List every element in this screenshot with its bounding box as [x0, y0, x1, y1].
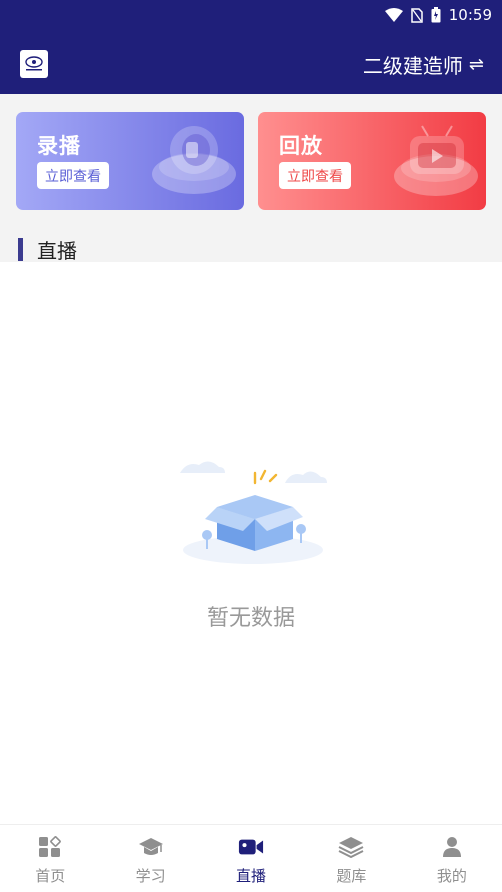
recorded-card[interactable]: 录播 立即查看: [16, 112, 244, 210]
top-area: 录播 立即查看 回放 立即查看 直播: [0, 94, 502, 264]
nav-item-home[interactable]: 首页: [0, 825, 100, 892]
nav-item-question-bank[interactable]: 题库: [301, 825, 401, 892]
nav-item-live[interactable]: 直播: [201, 825, 301, 892]
nav-label-mine: 我的: [436, 867, 467, 885]
exam-switcher[interactable]: 二级建造师 ⇌: [363, 50, 484, 79]
nav-label-home: 首页: [35, 867, 66, 885]
nav-label-live: 直播: [236, 867, 267, 885]
video-camera-icon: [238, 835, 264, 859]
replay-view-button[interactable]: 立即查看: [279, 162, 351, 189]
user-icon: [439, 835, 465, 859]
recorded-title: 录播: [37, 134, 81, 158]
recorded-view-button[interactable]: 立即查看: [37, 162, 109, 189]
layers-icon: [338, 835, 364, 859]
replay-card[interactable]: 回放 立即查看: [258, 112, 486, 210]
bottom-nav: 首页 学习 直播 题库 我的: [0, 824, 502, 892]
battery-icon: [431, 7, 441, 23]
nav-item-study[interactable]: 学习: [100, 825, 200, 892]
graduation-cap-icon: [138, 835, 164, 859]
nav-label-question-bank: 题库: [336, 867, 367, 885]
header: 10:59 二级建造师 ⇌: [0, 0, 502, 94]
nav-item-mine[interactable]: 我的: [402, 825, 502, 892]
status-bar: 10:59: [384, 4, 492, 26]
no-sim-icon: [411, 7, 423, 23]
status-time: 10:59: [448, 6, 492, 24]
live-section-header: 直播: [18, 235, 77, 264]
section-title: 直播: [37, 239, 77, 263]
nav-label-study: 学习: [135, 867, 166, 885]
app-logo: [20, 50, 48, 78]
wifi-icon: [384, 8, 403, 22]
swap-arrows-icon: ⇌: [468, 54, 484, 75]
replay-illustration-icon: [394, 125, 478, 196]
empty-box-icon: [180, 461, 327, 564]
recorded-illustration-icon: [152, 126, 236, 194]
home-grid-icon: [37, 835, 63, 859]
empty-state-text: 暂无数据: [206, 606, 295, 631]
exam-name: 二级建造师: [362, 54, 463, 78]
section-accent-bar: [18, 238, 23, 261]
replay-title: 回放: [279, 134, 323, 158]
